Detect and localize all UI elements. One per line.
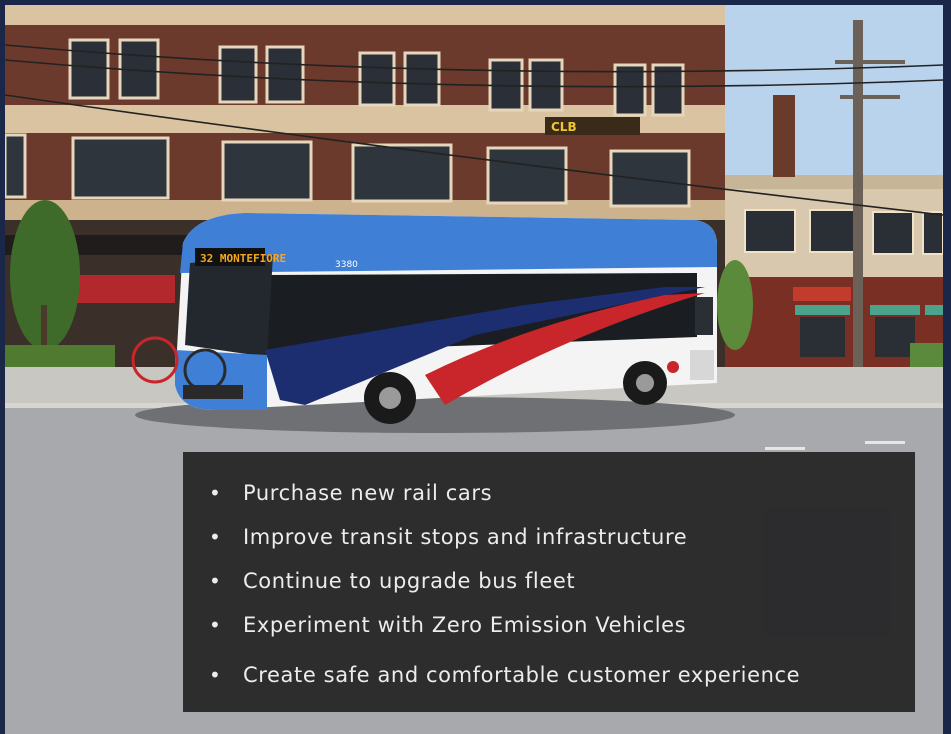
svg-text:CLB: CLB: [551, 120, 577, 134]
slide-frame: CLB 32 MONTEFIORE 3380 • Purchase new ra…: [0, 0, 951, 734]
svg-text:3380: 3380: [335, 260, 358, 270]
svg-text:32 MONTEFIORE: 32 MONTEFIORE: [200, 252, 286, 265]
bullet-list: Purchase new rail cars Improve transit s…: [209, 478, 800, 704]
bullet-item-improve-transit-stops: Improve transit stops and infrastructure: [209, 522, 800, 566]
bullet-item-purchase-rail-cars: Purchase new rail cars: [209, 478, 800, 522]
bullet-panel: Purchase new rail cars Improve transit s…: [183, 452, 915, 712]
bullet-item-upgrade-bus-fleet: Continue to upgrade bus fleet: [209, 566, 800, 610]
bullet-item-zero-emission-vehicles: Experiment with Zero Emission Vehicles: [209, 610, 800, 654]
bullet-item-customer-experience: Create safe and comfortable customer exp…: [209, 660, 800, 704]
